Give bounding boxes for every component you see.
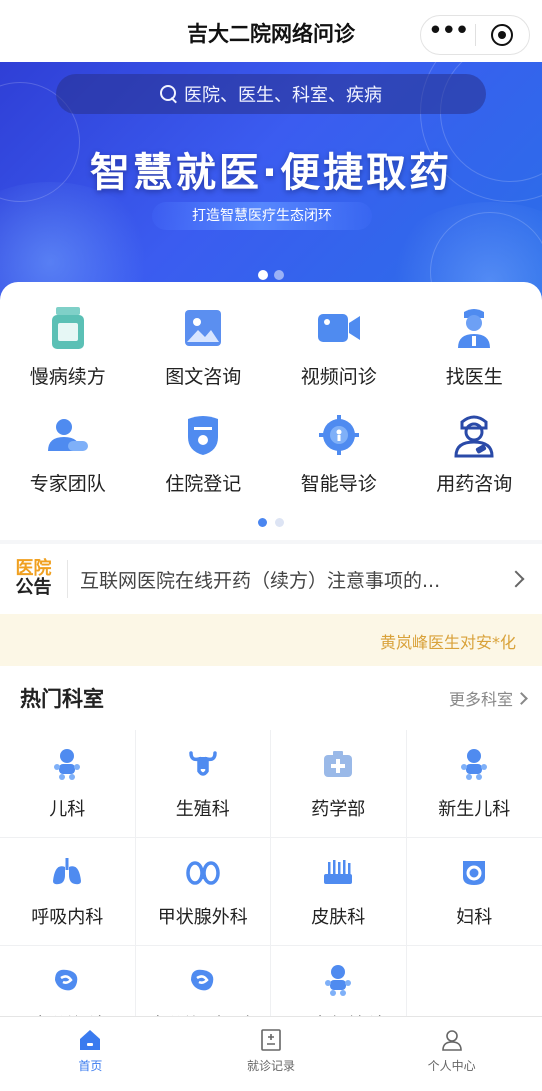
video-camera-icon: [315, 304, 363, 352]
banner-slogan: 智慧就医·便捷取药: [89, 150, 453, 196]
department-label: 皮肤科: [311, 906, 366, 928]
digestive-icon: [50, 963, 84, 997]
lungs-icon: [50, 855, 84, 889]
team-icon: [44, 411, 92, 459]
inpatient-badge-icon: [179, 411, 227, 459]
service-label: 专家团队: [29, 473, 106, 495]
service-label: 视频问诊: [300, 366, 377, 388]
section-title: 热门科室: [20, 687, 104, 711]
service-chronic-prescription[interactable]: 慢病续方: [0, 304, 136, 389]
miniprogram-capsule: •••: [420, 15, 530, 55]
service-label: 智能导诊: [300, 473, 377, 495]
search-bar[interactable]: 医院、医生、科室、疾病: [56, 74, 486, 114]
tab-home[interactable]: 首页: [0, 1017, 181, 1091]
banner-indicator: [0, 270, 542, 280]
record-icon: [258, 1027, 284, 1053]
tab-label: 首页: [78, 1059, 103, 1073]
home-icon: [77, 1027, 103, 1053]
hot-departments-header: 热门科室 更多科室: [0, 666, 542, 730]
close-miniprogram-button[interactable]: [476, 16, 530, 54]
department-label: 儿科: [49, 798, 86, 820]
department-respiratory[interactable]: 呼吸内科: [0, 838, 136, 946]
title-bar: 吉大二院网络问诊 •••: [0, 0, 542, 66]
banner-dot-active[interactable]: [258, 270, 268, 280]
scrolling-announcement[interactable]: 黄岚峰医生对安*化: [0, 614, 542, 666]
marquee-text: 黄岚峰医生对安*化: [380, 633, 517, 652]
banner-subtitle: 打造智慧医疗生态闭环: [152, 202, 372, 230]
service-label: 找医生: [445, 366, 503, 388]
department-thyroid-surgery[interactable]: 甲状腺外科: [135, 838, 271, 946]
bottom-tab-bar: 首页 就诊记录 个人中心: [0, 1016, 542, 1091]
tab-label: 就诊记录: [247, 1059, 296, 1073]
more-dots-icon: •••: [427, 16, 470, 46]
department-empty-cell: [407, 946, 542, 1020]
child-icon: [321, 963, 355, 997]
department-label: 甲状腺外科: [157, 906, 248, 928]
department-grid: 儿科 生殖科 药学部 新生儿科 呼吸内科 甲状腺外科 皮肤科 妇科: [0, 730, 542, 1020]
skin-icon: [321, 855, 355, 889]
department-label: 药学部: [311, 798, 366, 820]
uterus-icon: [186, 747, 220, 781]
tab-visit-records[interactable]: 就诊记录: [181, 1017, 362, 1091]
department-pharmacy[interactable]: 药学部: [271, 730, 407, 838]
service-label: 用药咨询: [436, 473, 513, 495]
nurse-icon: [450, 411, 498, 459]
hospital-notice[interactable]: 医院 公告 互联网医院在线开药（续方）注意事项的...: [0, 544, 542, 614]
chevron-right-icon: [515, 691, 528, 705]
service-page-indicator: [0, 518, 542, 527]
service-find-doctor[interactable]: 找医生: [407, 304, 542, 389]
thyroid-icon: [186, 855, 220, 889]
service-image-consult[interactable]: 图文咨询: [136, 304, 272, 389]
service-label: 慢病续方: [29, 366, 106, 388]
department-endocrinology[interactable]: 内分泌科: [0, 946, 136, 1020]
notice-tag: 医院 公告: [0, 559, 68, 598]
notice-tag-line2: 公告: [15, 577, 52, 598]
tab-profile[interactable]: 个人中心: [361, 1017, 542, 1091]
search-placeholder: 医院、医生、科室、疾病: [184, 85, 382, 106]
baby-icon: [50, 747, 84, 781]
department-label: 呼吸内科: [31, 906, 104, 928]
department-endocrinology-yatai[interactable]: 内分泌（亚泰: [136, 946, 271, 1020]
digestive-icon: [186, 963, 220, 997]
department-neonatal[interactable]: 新生儿科: [406, 730, 542, 838]
department-pediatrics[interactable]: 儿科: [0, 730, 136, 838]
close-target-icon: [491, 24, 514, 46]
user-icon: [439, 1027, 465, 1053]
service-grid: 慢病续方 图文咨询 视频问诊 找医生 专家团队 住院登记 智能导诊 用药咨询: [0, 304, 542, 496]
department-child-health[interactable]: 儿童保健科: [271, 946, 407, 1020]
service-label: 图文咨询: [165, 366, 242, 388]
service-inpatient-register[interactable]: 住院登记: [136, 411, 272, 496]
department-label: 生殖科: [175, 798, 230, 820]
department-reproductive[interactable]: 生殖科: [135, 730, 271, 838]
service-medication-consult[interactable]: 用药咨询: [407, 411, 542, 496]
service-page-dot-active[interactable]: [258, 518, 267, 527]
gynecology-icon: [457, 855, 491, 889]
more-departments-label: 更多科室: [448, 690, 513, 709]
service-smart-guide[interactable]: 智能导诊: [271, 411, 407, 496]
chevron-right-icon: [507, 570, 525, 588]
notice-text[interactable]: 互联网医院在线开药（续方）注意事项的...: [68, 566, 498, 593]
newborn-icon: [457, 747, 491, 781]
app-title: 吉大二院网络问诊: [187, 22, 355, 46]
service-video-consult[interactable]: 视频问诊: [271, 304, 407, 389]
banner-dot[interactable]: [274, 270, 284, 280]
service-panel: 慢病续方 图文咨询 视频问诊 找医生 专家团队 住院登记 智能导诊 用药咨询: [0, 282, 542, 540]
more-departments-link[interactable]: 更多科室: [449, 686, 542, 710]
tab-label: 个人中心: [427, 1059, 476, 1073]
department-gynecology[interactable]: 妇科: [406, 838, 542, 946]
image-icon: [179, 304, 227, 352]
doctor-icon: [450, 304, 498, 352]
service-page-dot[interactable]: [275, 518, 284, 527]
banner-carousel[interactable]: 医院、医生、科室、疾病 智慧就医·便捷取药 打造智慧医疗生态闭环: [0, 62, 542, 302]
department-label: 妇科: [456, 906, 493, 928]
service-expert-team[interactable]: 专家团队: [0, 411, 136, 496]
medicine-box-icon: [321, 747, 355, 781]
guide-target-icon: [315, 411, 363, 459]
department-dermatology[interactable]: 皮肤科: [271, 838, 407, 946]
medicine-bottle-icon: [44, 304, 92, 352]
department-label: 新生儿科: [438, 798, 511, 820]
more-menu-button[interactable]: •••: [421, 16, 475, 54]
search-icon: [160, 85, 178, 103]
service-label: 住院登记: [165, 473, 242, 495]
